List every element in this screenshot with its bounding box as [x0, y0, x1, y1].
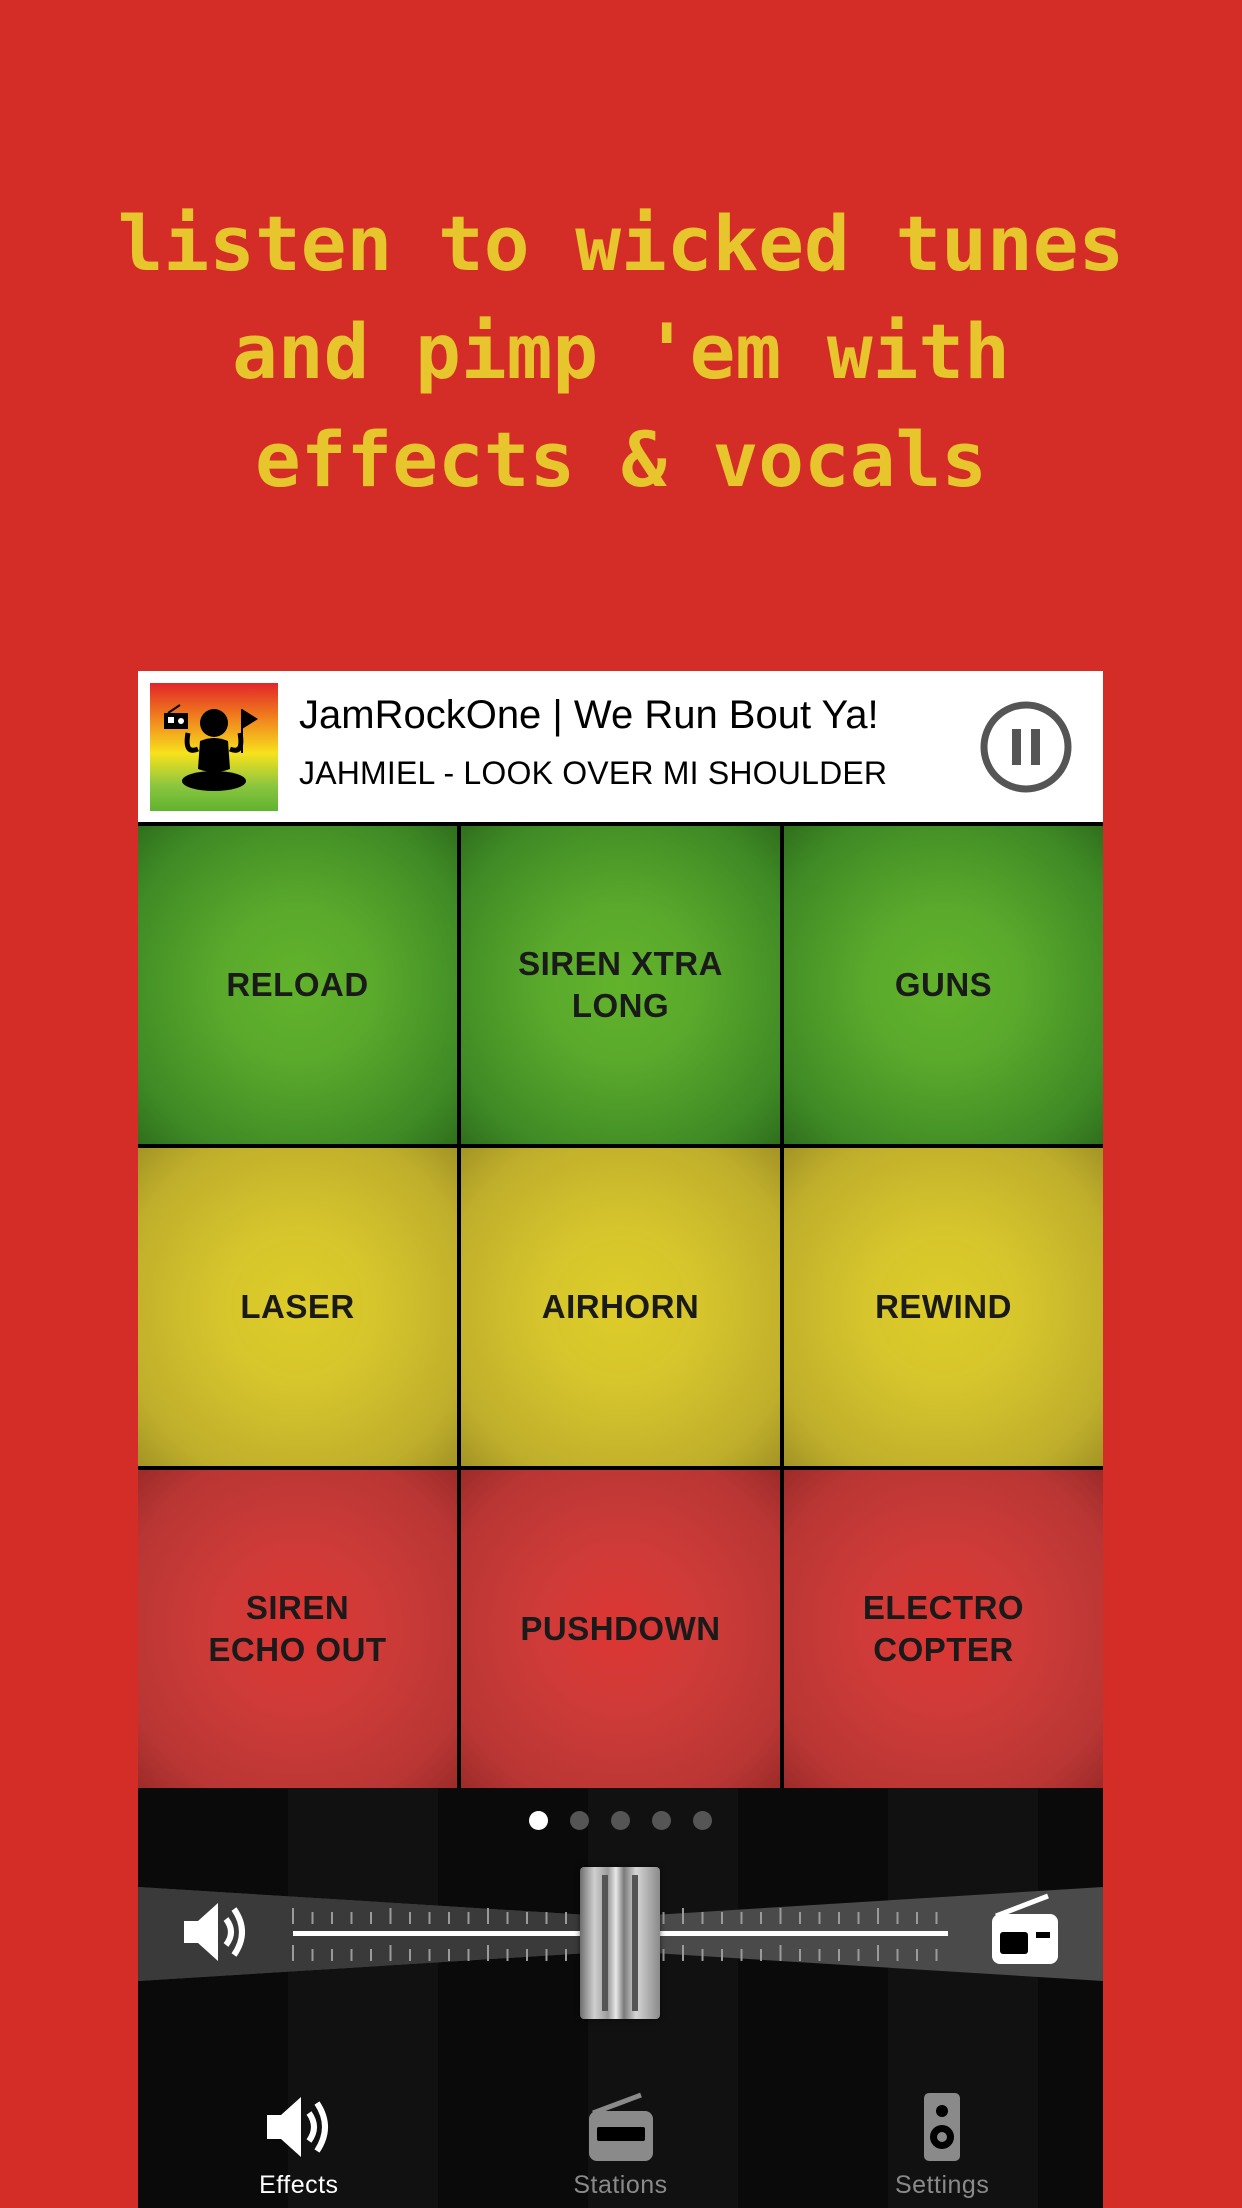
crossfader-knob[interactable] [580, 1867, 660, 2019]
loudspeaker-icon [924, 2093, 961, 2161]
tab-stations-label: Stations [573, 2171, 668, 2199]
track-title: JAHMIEL - LOOK OVER MI SHOULDER [299, 755, 888, 791]
page-dot-5[interactable] [693, 1811, 712, 1830]
device-screen: JamRockOne | We Run Bout Ya! JAHMIEL - L… [138, 671, 1103, 2208]
pad-airhorn[interactable]: AIRHORN [461, 1148, 780, 1466]
headline-line-2: and pimp 'em with [232, 307, 1010, 396]
effects-pad-grid: RELOAD SIREN XTRA LONG GUNS LASER AIRHOR… [138, 826, 1103, 1788]
page-dot-1[interactable] [529, 1811, 548, 1830]
tab-bar: Effects Stations Settings [138, 2071, 1103, 2208]
pad-reload[interactable]: RELOAD [138, 826, 457, 1144]
app-screen: listen to wicked tunes and pimp 'em with… [0, 0, 1242, 2208]
radio-icon [588, 2092, 653, 2161]
page-indicator[interactable] [138, 1811, 1103, 1831]
pad-laser[interactable]: LASER [138, 1148, 457, 1466]
pad-siren-echo-out[interactable]: SIREN ECHO OUT [138, 1470, 457, 1788]
pause-icon [980, 701, 1072, 793]
tab-settings[interactable]: Settings [781, 2071, 1103, 2208]
speaker-icon[interactable] [182, 1899, 254, 1965]
pad-guns[interactable]: GUNS [784, 826, 1103, 1144]
tab-settings-label: Settings [895, 2171, 990, 2199]
station-name: JamRockOne | We Run Bout Ya! [299, 693, 879, 737]
crossfader[interactable] [138, 1867, 1103, 2019]
pad-electro-copter[interactable]: ELECTRO COPTER [784, 1470, 1103, 1788]
headline-line-1: listen to wicked tunes [117, 199, 1125, 288]
pad-pushdown[interactable]: PUSHDOWN [461, 1470, 780, 1788]
page-dot-4[interactable] [652, 1811, 671, 1830]
pause-button[interactable] [979, 700, 1073, 794]
pad-rewind[interactable]: REWIND [784, 1148, 1103, 1466]
tab-effects-label: Effects [259, 2171, 339, 2199]
page-dot-2[interactable] [570, 1811, 589, 1830]
tab-effects[interactable]: Effects [138, 2071, 460, 2208]
speaker-icon [266, 2097, 328, 2157]
headline-line-3: effects & vocals [254, 415, 988, 504]
tab-stations[interactable]: Stations [460, 2071, 782, 2208]
now-playing-bar[interactable]: JamRockOne | We Run Bout Ya! JAHMIEL - L… [138, 671, 1103, 822]
pad-siren-xtra-long[interactable]: SIREN XTRA LONG [461, 826, 780, 1144]
page-dot-3[interactable] [611, 1811, 630, 1830]
rasta-buddha-artwork [150, 683, 278, 811]
promo-headline: listen to wicked tunes and pimp 'em with… [0, 190, 1242, 514]
radio-icon[interactable] [990, 1892, 1060, 1966]
